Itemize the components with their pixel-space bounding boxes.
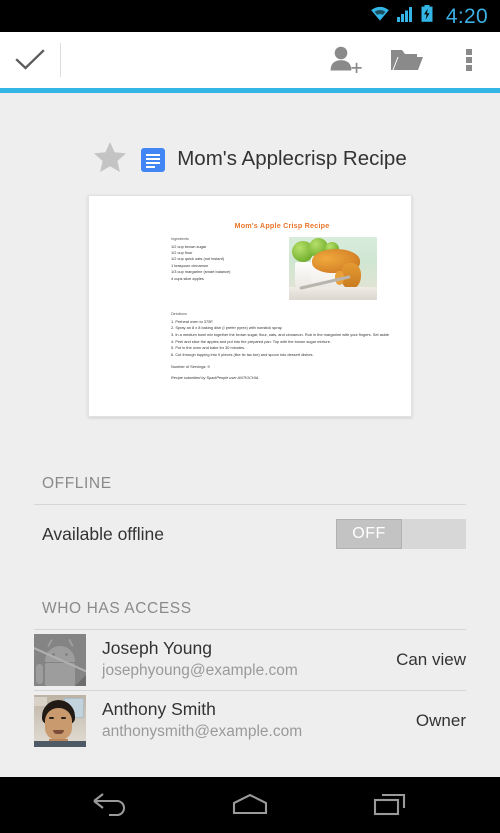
preview-credit: Recipe submitted by SparkPeople user ANT… <box>171 375 260 380</box>
action-bar <box>0 32 500 88</box>
photo-avatar <box>34 695 86 747</box>
preview-directions-label: Directions <box>171 312 187 316</box>
preview-ingredient-item: 4 cups slice apples <box>171 275 204 281</box>
access-list-item[interactable]: Anthony Smith anthonysmith@example.com O… <box>0 691 500 751</box>
person-name: Joseph Young <box>102 638 212 659</box>
person-email: anthonysmith@example.com <box>102 723 303 741</box>
toggle-thumb-label: OFF <box>336 519 402 549</box>
status-icon-group <box>370 5 433 27</box>
preview-ingredients: Ingredients 1/2 cup brown sugar 1/2 cup … <box>171 237 283 300</box>
preview-direction-step: 1. Preheat oven to 375F. <box>171 318 214 324</box>
access-list-item[interactable]: Joseph Young josephyoung@example.com Can… <box>0 630 500 690</box>
recents-button[interactable] <box>355 777 425 833</box>
navigation-bar <box>0 777 500 833</box>
done-check-button[interactable] <box>0 32 60 88</box>
access-section-header: WHO HAS ACCESS <box>42 600 192 617</box>
add-person-button[interactable] <box>314 32 376 88</box>
apple-crisp-photo <box>289 237 377 300</box>
person-name: Anthony Smith <box>102 699 216 720</box>
move-folder-button[interactable] <box>376 32 438 88</box>
battery-charging-icon <box>421 5 433 27</box>
person-name-block: Joseph Young josephyoung@example.com <box>102 638 384 681</box>
preview-directions: Directions 1. Preheat oven to 375F. 2. S… <box>171 312 393 380</box>
phone-screen: 4:20 Mom's Applecrisp Recipe Mom's Apple… <box>0 0 500 833</box>
wifi-icon <box>370 6 390 27</box>
person-name-block: Anthony Smith anthonysmith@example.com <box>102 699 404 742</box>
google-docs-icon <box>141 147 166 172</box>
available-offline-row[interactable]: Available offline OFF <box>0 505 500 563</box>
back-button[interactable] <box>75 777 145 833</box>
person-role[interactable]: Owner <box>416 711 466 731</box>
document-title-row: Mom's Applecrisp Recipe <box>0 93 500 188</box>
action-bar-divider <box>60 43 61 77</box>
page-title: Mom's Applecrisp Recipe <box>177 147 407 171</box>
preview-direction-step: 3. In a medium bowl mix together the bro… <box>171 331 389 337</box>
person-email: josephyoung@example.com <box>102 662 298 680</box>
status-clock: 4:20 <box>445 4 488 28</box>
preview-columns: Ingredients 1/2 cup brown sugar 1/2 cup … <box>171 237 393 300</box>
preview-ingredients-label: Ingredients <box>171 237 189 241</box>
document-preview-card[interactable]: Mom's Apple Crisp Recipe Ingredients 1/2… <box>88 195 412 417</box>
overflow-menu-button[interactable] <box>438 32 500 88</box>
document-preview-wrapper: Mom's Apple Crisp Recipe Ingredients 1/2… <box>0 195 500 417</box>
preview-direction-step: 4. Peel and slice the apples and put int… <box>171 338 331 344</box>
available-offline-label: Available offline <box>42 523 164 544</box>
preview-heading: Mom's Apple Crisp Recipe <box>234 221 330 230</box>
action-bar-left <box>0 32 61 88</box>
offline-section-header: OFFLINE <box>42 475 112 492</box>
preview-direction-step: 2. Spray an 8 x 8 baking dish (I prefer … <box>171 325 283 331</box>
available-offline-toggle[interactable]: OFF <box>336 519 466 549</box>
home-button[interactable] <box>215 777 285 833</box>
status-bar: 4:20 <box>0 0 500 32</box>
star-icon[interactable] <box>93 141 127 178</box>
preview-direction-step: 6. Cut through topping into 9 pieces (li… <box>171 352 314 358</box>
preview-servings: Number of Servings: 9 <box>171 363 210 369</box>
document-preview-content: Mom's Apple Crisp Recipe Ingredients 1/2… <box>171 221 393 410</box>
person-role[interactable]: Can view <box>396 650 466 670</box>
content-scroll-area[interactable]: Mom's Applecrisp Recipe Mom's Apple Cris… <box>0 93 500 777</box>
preview-direction-step: 5. Put in the oven and bake for 30 minut… <box>171 345 246 351</box>
android-default-avatar <box>34 634 86 686</box>
signal-icon <box>396 6 414 27</box>
